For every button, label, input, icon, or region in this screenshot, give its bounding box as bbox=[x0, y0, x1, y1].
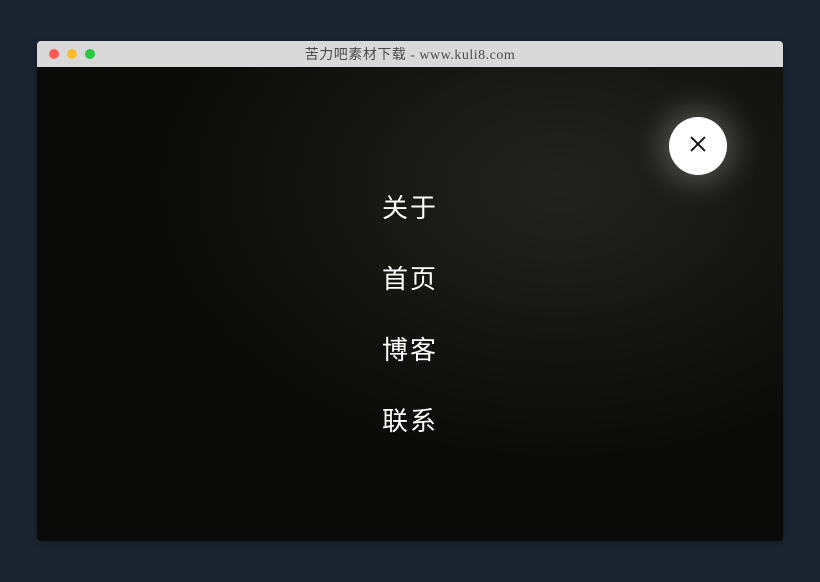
browser-window: 苦力吧素材下载 - www.kuli8.com 关于 首页 博客 联系 bbox=[37, 41, 783, 541]
close-window-button[interactable] bbox=[49, 49, 59, 59]
traffic-lights bbox=[37, 49, 95, 59]
maximize-window-button[interactable] bbox=[85, 49, 95, 59]
minimize-window-button[interactable] bbox=[67, 49, 77, 59]
overlay-menu: 关于 首页 博客 联系 bbox=[382, 188, 438, 438]
window-title: 苦力吧素材下载 - www.kuli8.com bbox=[37, 44, 783, 64]
menu-item-about[interactable]: 关于 bbox=[382, 188, 438, 225]
close-icon bbox=[687, 133, 709, 160]
menu-item-contact[interactable]: 联系 bbox=[382, 401, 438, 438]
menu-item-blog[interactable]: 博客 bbox=[382, 330, 438, 367]
page-content: 关于 首页 博客 联系 bbox=[37, 67, 783, 541]
close-menu-button[interactable] bbox=[669, 117, 727, 175]
menu-item-home[interactable]: 首页 bbox=[382, 259, 438, 296]
window-titlebar: 苦力吧素材下载 - www.kuli8.com bbox=[37, 41, 783, 67]
